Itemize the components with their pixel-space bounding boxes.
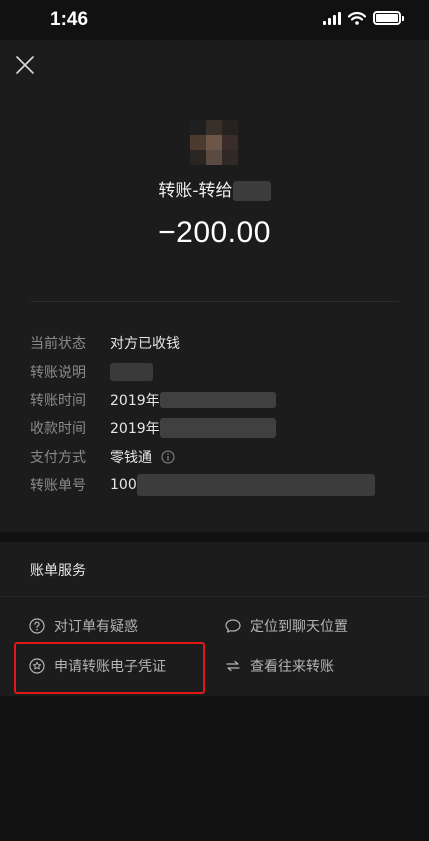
payment-method-value: 零钱通 (110, 447, 175, 467)
detail-row-receive-time: 收款时间 2019年 (30, 414, 400, 442)
bill-services-title: 账单服务 (30, 563, 86, 579)
note-label: 转账说明 (30, 364, 86, 381)
status-time: 1:46 (50, 9, 89, 30)
note-blurred (110, 362, 153, 381)
transfer-details: 当前状态 对方已收钱 转账说明 转账时间 2019年 收款时间 2019年 支付… (30, 329, 400, 499)
wifi-icon (348, 11, 366, 25)
view-history-button[interactable]: 查看往来转账 (225, 656, 334, 676)
close-icon[interactable] (14, 54, 36, 76)
detail-row-order-no: 转账单号 100 (30, 471, 400, 499)
transfer-time-value: 2019年 (110, 390, 276, 410)
locate-chat-label: 定位到聊天位置 (250, 619, 348, 635)
transfer-amount: −200.00 (158, 216, 271, 249)
detail-row-payment-method: 支付方式 零钱通 (30, 443, 400, 471)
recipient-name-blurred (232, 181, 271, 201)
chat-bubble-icon (225, 619, 241, 633)
locate-chat-button[interactable]: 定位到聊天位置 (225, 616, 348, 636)
status-value: 对方已收钱 (110, 336, 180, 353)
note-value (110, 362, 153, 381)
transfer-time-blurred (159, 391, 276, 408)
order-no-label: 转账单号 (30, 478, 86, 495)
order-no-value: 100 (110, 474, 375, 497)
view-history-label: 查看往来转账 (250, 659, 334, 675)
question-circle-icon (29, 618, 45, 634)
divider (30, 301, 399, 302)
detail-row-transfer-time: 转账时间 2019年 (30, 386, 400, 414)
swap-arrows-icon (226, 660, 240, 672)
question-order-label: 对订单有疑惑 (54, 619, 138, 635)
info-icon[interactable] (161, 450, 175, 464)
status-bar: 1:46 (0, 0, 429, 40)
transfer-title: 转账-转给 (0, 176, 429, 201)
receive-time-value: 2019年 (110, 418, 276, 439)
question-order-button[interactable]: 对订单有疑惑 (29, 616, 138, 636)
payment-method-label: 支付方式 (30, 449, 86, 466)
battery-icon (373, 11, 404, 25)
cellular-signal-icon (323, 11, 341, 25)
divider (0, 596, 429, 597)
transfer-title-text: 转账-转给 (158, 181, 233, 201)
transfer-detail-card: 转账-转给 −200.00 当前状态 对方已收钱 转账说明 转账时间 2019年… (0, 40, 429, 532)
receive-time-label: 收款时间 (30, 421, 86, 438)
order-no-blurred (136, 474, 375, 497)
highlight-box (14, 642, 205, 694)
receive-time-blurred (159, 418, 276, 439)
transfer-time-label: 转账时间 (30, 392, 86, 409)
status-label: 当前状态 (30, 336, 86, 353)
avatar (190, 120, 238, 165)
detail-row-status: 当前状态 对方已收钱 (30, 329, 400, 357)
status-icons (323, 11, 404, 25)
detail-row-note: 转账说明 (30, 357, 400, 385)
